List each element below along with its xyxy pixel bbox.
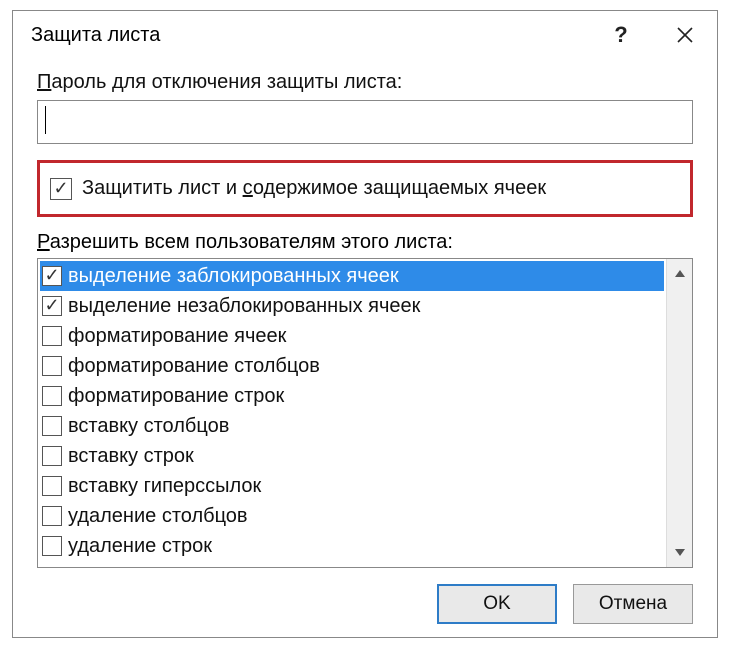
help-button[interactable]: ? — [589, 11, 653, 59]
permission-label: выделение заблокированных ячеек — [68, 265, 399, 288]
password-box — [37, 100, 693, 144]
permissions-label-hotkey: Р — [37, 231, 50, 253]
password-input[interactable] — [37, 100, 693, 144]
protect-sheet-label: Защитить лист и содержимое защищаемых яч… — [82, 177, 546, 200]
protect-label-hotkey: с — [243, 177, 253, 199]
chevron-up-icon — [674, 268, 686, 278]
list-item[interactable]: вставку строк — [40, 441, 664, 471]
permission-checkbox[interactable] — [42, 386, 62, 406]
cancel-button[interactable]: Отмена — [573, 584, 693, 624]
permission-label: удаление строк — [68, 535, 212, 558]
permission-label: форматирование столбцов — [68, 355, 320, 378]
text-caret — [45, 106, 46, 134]
permission-checkbox[interactable] — [42, 266, 62, 286]
scroll-track[interactable] — [667, 287, 692, 539]
permission-label: форматирование строк — [68, 385, 284, 408]
permission-checkbox[interactable] — [42, 446, 62, 466]
close-button[interactable] — [653, 11, 717, 59]
permissions-listbox-wrap: выделение заблокированных ячеек выделение… — [37, 258, 693, 568]
ok-button[interactable]: OK — [437, 584, 557, 624]
permissions-label: Разрешить всем пользователям этого листа… — [37, 231, 693, 254]
permission-label: выделение незаблокированных ячеек — [68, 295, 420, 318]
permission-checkbox[interactable] — [42, 506, 62, 526]
permission-checkbox[interactable] — [42, 326, 62, 346]
password-label: Пароль для отключения защиты листа: — [37, 71, 693, 94]
permission-label: вставку гиперссылок — [68, 475, 261, 498]
list-item[interactable]: форматирование строк — [40, 381, 664, 411]
scroll-down-button[interactable] — [667, 539, 692, 567]
dialog-content: Пароль для отключения защиты листа: Защи… — [13, 59, 717, 568]
permission-label: вставку строк — [68, 445, 194, 468]
permission-label: вставку столбцов — [68, 415, 229, 438]
permission-checkbox[interactable] — [42, 536, 62, 556]
permission-checkbox[interactable] — [42, 476, 62, 496]
password-label-post: ароль для отключения защиты листа: — [51, 71, 402, 93]
permissions-label-post: азрешить всем пользователям этого листа: — [50, 231, 453, 253]
list-item[interactable]: форматирование ячеек — [40, 321, 664, 351]
list-item[interactable]: выделение заблокированных ячеек — [40, 261, 664, 291]
protect-sheet-row: Защитить лист и содержимое защищаемых яч… — [37, 160, 693, 217]
titlebar: Защита листа ? — [13, 11, 717, 59]
list-item[interactable]: форматирование столбцов — [40, 351, 664, 381]
dialog-footer: OK Отмена — [13, 568, 717, 642]
permission-checkbox[interactable] — [42, 416, 62, 436]
password-label-hotkey: П — [37, 71, 51, 93]
protect-sheet-checkbox[interactable] — [50, 178, 72, 200]
list-item[interactable]: удаление строк — [40, 531, 664, 561]
permission-checkbox[interactable] — [42, 356, 62, 376]
permissions-listbox[interactable]: выделение заблокированных ячеек выделение… — [38, 259, 666, 567]
permission-label: форматирование ячеек — [68, 325, 286, 348]
protect-label-pre: Защитить лист и — [82, 177, 243, 199]
list-item[interactable]: выделение незаблокированных ячеек — [40, 291, 664, 321]
scrollbar[interactable] — [666, 259, 692, 567]
close-icon — [675, 25, 695, 45]
protect-label-post: одержимое защищаемых ячеек — [253, 177, 546, 199]
list-item[interactable]: вставку столбцов — [40, 411, 664, 441]
scroll-up-button[interactable] — [667, 259, 692, 287]
list-item[interactable]: удаление столбцов — [40, 501, 664, 531]
dialog-title: Защита листа — [31, 24, 589, 47]
chevron-down-icon — [674, 548, 686, 558]
permission-checkbox[interactable] — [42, 296, 62, 316]
protect-sheet-dialog: Защита листа ? Пароль для отключения защ… — [12, 10, 718, 638]
list-item[interactable]: вставку гиперссылок — [40, 471, 664, 501]
permission-label: удаление столбцов — [68, 505, 248, 528]
